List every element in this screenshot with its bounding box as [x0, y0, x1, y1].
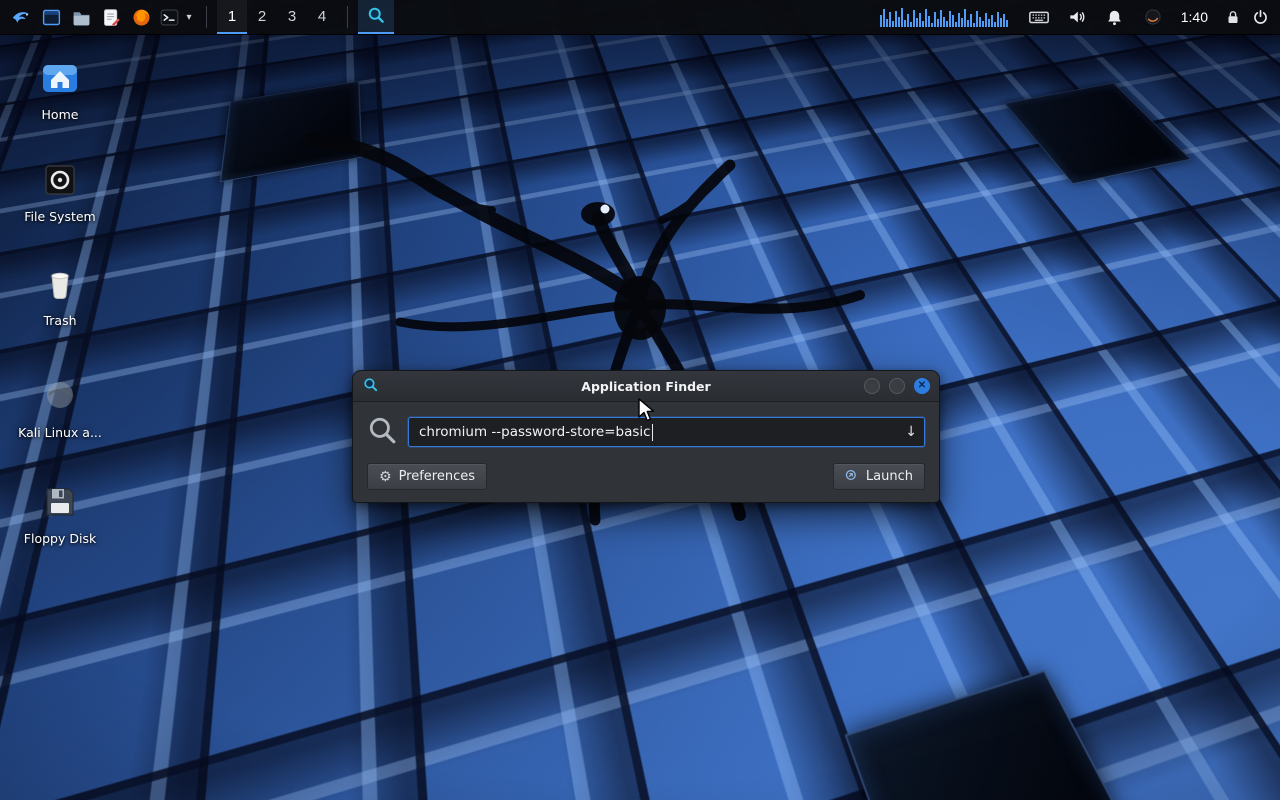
launch-button[interactable]: Launch: [833, 463, 925, 490]
panel-separator: [347, 6, 348, 28]
workspace-button-4[interactable]: 4: [307, 0, 337, 34]
lock-icon: [1224, 8, 1242, 26]
workspace-button-2[interactable]: 2: [247, 0, 277, 34]
taskbar-application-finder-button[interactable]: [358, 0, 394, 34]
gear-icon: ⚙: [379, 470, 392, 484]
volume-tray-button[interactable]: [1065, 0, 1089, 34]
entry-dropdown-arrow-icon[interactable]: ↓: [905, 418, 917, 446]
home-folder-icon: [38, 56, 82, 100]
desktop-icon-kali-docs[interactable]: Kali Linux a...: [16, 374, 104, 440]
window-title: Application Finder: [353, 379, 939, 394]
kali-docs-icon: [38, 374, 82, 418]
desktop-icon-home[interactable]: Home: [16, 56, 104, 122]
status-indicator-tray-button[interactable]: [1141, 0, 1165, 34]
terminal-icon: [159, 7, 180, 28]
firefox-icon: [131, 7, 152, 28]
dark-cube-decoration: [845, 671, 1179, 800]
command-input[interactable]: [419, 424, 898, 440]
trash-icon: [38, 262, 82, 306]
desktop-icon-label: File System: [16, 209, 104, 224]
application-finder-window: Application Finder ✕ ↓: [352, 370, 940, 503]
desktop-icon-floppy-disk[interactable]: Floppy Disk: [16, 480, 104, 546]
volume-icon: [1067, 7, 1087, 27]
app-finder-icon: [366, 5, 386, 28]
text-editor-icon: [101, 7, 122, 28]
launch-button-label: Launch: [866, 469, 913, 484]
window-buttons: ✕: [864, 378, 930, 394]
notifications-bell-icon: [1105, 8, 1124, 27]
audio-visualizer: [879, 5, 1009, 29]
top-panel: ▾ 1 2 3 4: [0, 0, 1280, 35]
logout-button[interactable]: [1246, 0, 1274, 34]
minimize-button[interactable]: [864, 378, 880, 394]
window-launcher-icon: [41, 7, 62, 28]
command-entry: ↓: [408, 417, 925, 447]
preferences-button-label: Preferences: [399, 469, 475, 484]
terminal-dropdown-chevron[interactable]: ▾: [182, 0, 196, 34]
applications-menu-button[interactable]: [6, 0, 36, 34]
clock[interactable]: 1:40: [1181, 0, 1208, 34]
keyboard-icon: [1028, 6, 1050, 28]
lock-screen-button[interactable]: [1220, 0, 1246, 34]
text-editor-button[interactable]: [96, 0, 126, 34]
status-indicator-icon: [1143, 7, 1163, 27]
mouse-cursor: [637, 398, 659, 424]
close-button[interactable]: ✕: [914, 378, 930, 394]
desktop-icon-trash[interactable]: Trash: [16, 262, 104, 328]
workspace-button-3[interactable]: 3: [277, 0, 307, 34]
terminal-button[interactable]: [156, 0, 182, 34]
firefox-button[interactable]: [126, 0, 156, 34]
workspace-button-1[interactable]: 1: [217, 0, 247, 34]
maximize-button[interactable]: [889, 378, 905, 394]
window-launcher-button[interactable]: [36, 0, 66, 34]
workspace-switcher: 1 2 3 4: [217, 0, 337, 34]
app-finder-titlebar-icon: [362, 376, 379, 397]
text-caret: [652, 424, 653, 441]
hard-disk-icon: [38, 158, 82, 202]
desktop-icon-file-system[interactable]: File System: [16, 158, 104, 224]
button-row: ⚙ Preferences Launch: [367, 463, 925, 490]
folder-icon: [71, 7, 92, 28]
desktop-icon-label: Trash: [16, 313, 104, 328]
search-magnifier-icon: [367, 415, 397, 449]
desktop-icon-label: Floppy Disk: [16, 531, 104, 546]
floppy-disk-icon: [38, 480, 82, 524]
notifications-tray-button[interactable]: [1103, 0, 1127, 34]
file-manager-button[interactable]: [66, 0, 96, 34]
desktop: Home File System Trash: [0, 0, 1280, 800]
system-tray: [1027, 0, 1165, 34]
desktop-icon-label: Home: [16, 107, 104, 122]
dark-cube-decoration: [1004, 83, 1191, 185]
desktop-icon-label: Kali Linux a...: [16, 425, 104, 440]
launch-icon: [845, 468, 859, 486]
logout-icon: [1251, 8, 1270, 27]
panel-separator: [206, 6, 207, 28]
keyboard-tray-button[interactable]: [1027, 0, 1051, 34]
kali-logo-icon: [10, 6, 32, 28]
preferences-button[interactable]: ⚙ Preferences: [367, 463, 487, 490]
